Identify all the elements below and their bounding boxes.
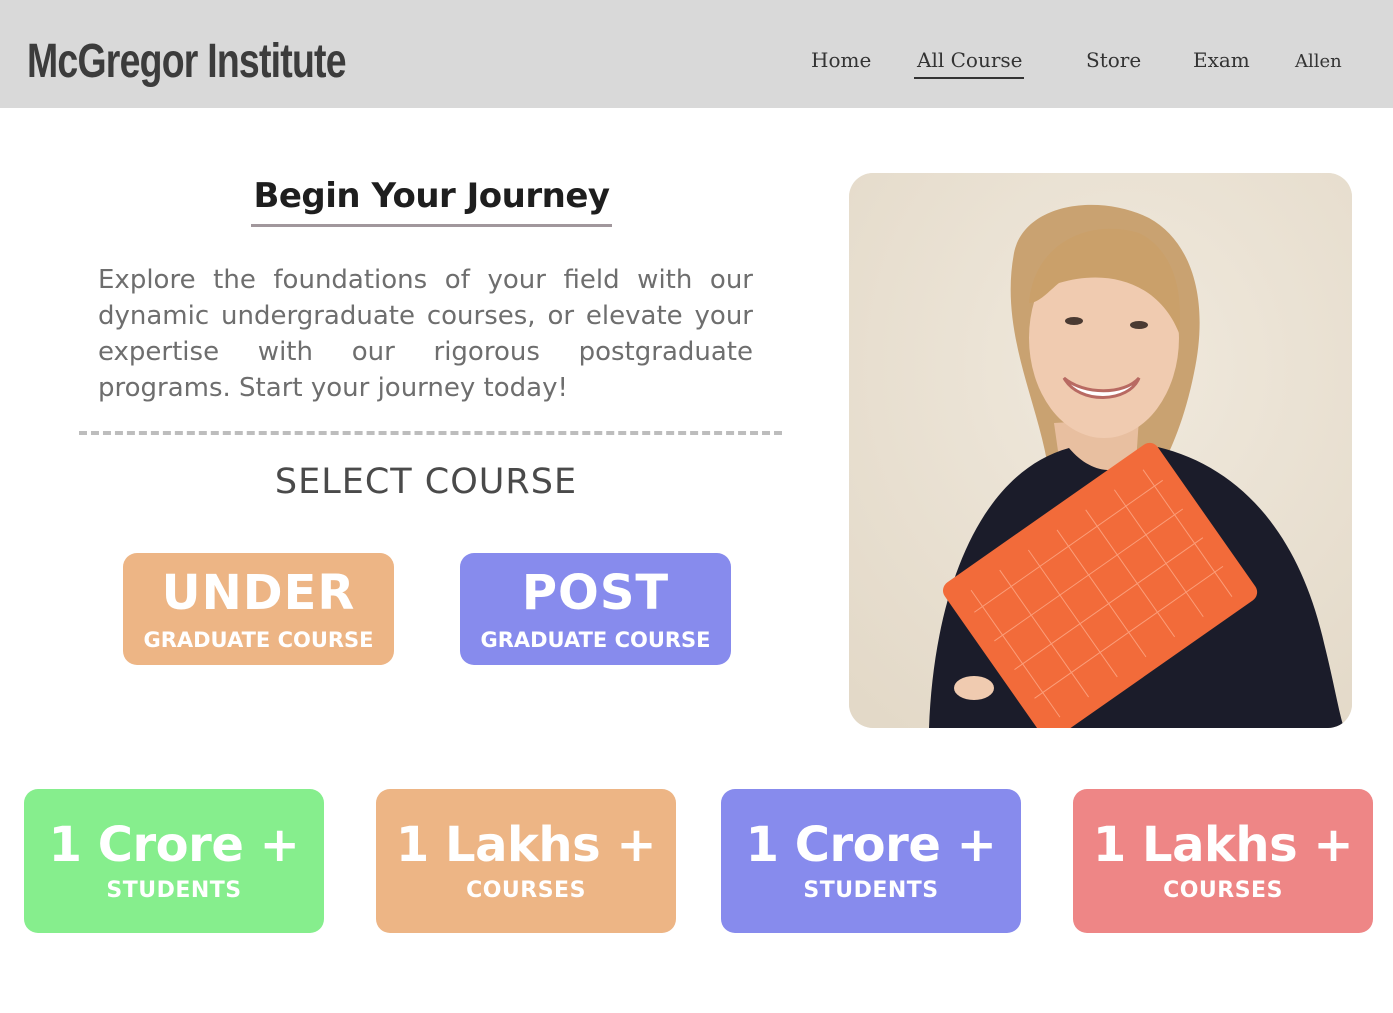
nav-active-underline: [914, 77, 1024, 79]
course-button-title: POST: [521, 565, 670, 621]
course-button-subtitle: GRADUATE COURSE: [143, 628, 374, 652]
nav-all-course[interactable]: All Course: [917, 48, 1022, 72]
stat-label: COURSES: [466, 878, 586, 903]
hero-description: Explore the foundations of your field wi…: [98, 265, 753, 403]
stat-value: 1 Crore +: [48, 817, 300, 873]
stat-card-students: 1 Crore + STUDENTS: [721, 789, 1021, 933]
stat-card-courses: 1 Lakhs + COURSES: [376, 789, 676, 933]
hero-title-underline: [251, 224, 612, 227]
nav-store[interactable]: Store: [1086, 48, 1141, 72]
stat-value: 1 Crore +: [745, 817, 997, 873]
nav-user-allen[interactable]: Allen: [1295, 51, 1342, 72]
nav-exam[interactable]: Exam: [1193, 48, 1250, 72]
stat-label: STUDENTS: [106, 878, 242, 903]
student-photo: [849, 173, 1352, 728]
nav-home[interactable]: Home: [811, 48, 871, 72]
stat-label: COURSES: [1163, 878, 1283, 903]
section-divider: [79, 431, 782, 435]
course-button-subtitle: GRADUATE COURSE: [480, 628, 711, 652]
postgraduate-course-button[interactable]: POST GRADUATE COURSE: [460, 553, 731, 665]
top-navbar: McGregor Institute Home All Course Store…: [0, 0, 1393, 108]
select-course-label: SELECT COURSE: [274, 462, 578, 502]
brand-logo[interactable]: McGregor Institute: [27, 34, 347, 89]
course-button-title: UNDER: [161, 565, 356, 621]
stat-card-courses: 1 Lakhs + COURSES: [1073, 789, 1373, 933]
stat-label: STUDENTS: [803, 878, 939, 903]
undergraduate-course-button[interactable]: UNDER GRADUATE COURSE: [123, 553, 394, 665]
stat-card-students: 1 Crore + STUDENTS: [24, 789, 324, 933]
stat-value: 1 Lakhs +: [395, 817, 657, 873]
stat-value: 1 Lakhs +: [1092, 817, 1354, 873]
hero-title: Begin Your Journey: [253, 176, 610, 216]
